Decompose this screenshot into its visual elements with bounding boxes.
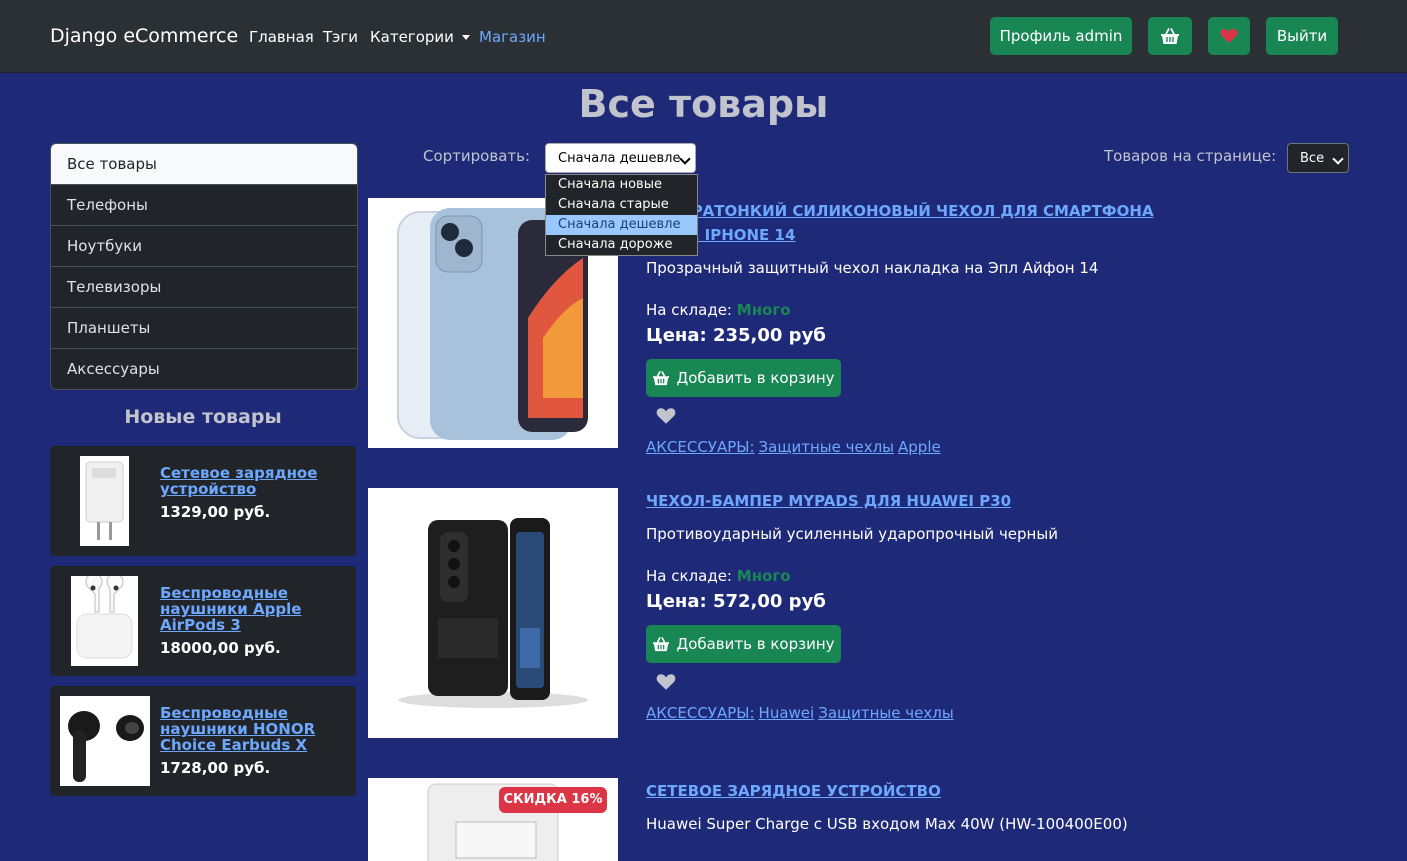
- product-title-line: Чехол-бампер MyPads для Huawei P30: [646, 492, 1012, 510]
- new-product-name[interactable]: Сетевое зарядное устройство: [160, 465, 330, 497]
- category-item-all[interactable]: Все товары: [51, 144, 357, 184]
- stock-value: Много: [736, 567, 791, 585]
- add-to-cart-label: Добавить в корзину: [676, 369, 835, 387]
- add-to-cart-button[interactable]: Добавить в корзину: [646, 359, 841, 397]
- sort-label: Сортировать:: [423, 147, 531, 165]
- product-title[interactable]: Ультратонкий силиконовый чехол для смарт…: [646, 199, 1166, 247]
- sort-select-value: Сначала дешевле: [558, 151, 681, 166]
- product-description: Прозрачный защитный чехол накладка на Эп…: [646, 259, 1099, 277]
- product-price: Цена: 235,00 руб: [646, 325, 826, 346]
- product-thumbnail[interactable]: [60, 696, 150, 786]
- cart-button[interactable]: [1148, 17, 1192, 55]
- caret-down-icon: [461, 35, 470, 40]
- new-product-card: Сетевое зарядное устройство 1329,00 руб.: [50, 446, 356, 556]
- product-price: Цена: 572,00 руб: [646, 591, 826, 612]
- new-product-name[interactable]: Беспроводные наушники Apple AirPods 3: [160, 585, 330, 633]
- product-thumbnail[interactable]: [71, 573, 138, 666]
- tag-category[interactable]: АКСЕССУАРЫ:: [646, 438, 755, 456]
- stock-label: На складе:: [646, 301, 732, 319]
- category-list: Все товары Телефоны Ноутбуки Телевизоры …: [50, 143, 358, 390]
- product-title[interactable]: Чехол-бампер MyPads для Huawei P30: [646, 489, 1166, 513]
- sort-option-oldest[interactable]: Сначала старые: [546, 195, 697, 215]
- new-product-card: Беспроводные наушники Apple AirPods 3 18…: [50, 566, 356, 676]
- sort-select[interactable]: Сначала дешевле: [545, 143, 696, 173]
- category-item-laptops[interactable]: Ноутбуки: [51, 225, 357, 266]
- stock-value: Много: [736, 301, 791, 319]
- product-title-line: Сетевое зарядное устройство: [646, 782, 941, 800]
- nav-shop[interactable]: Магазин: [479, 28, 546, 46]
- tag-link[interactable]: Apple: [898, 438, 941, 456]
- product-image[interactable]: [368, 488, 618, 738]
- product-title[interactable]: Сетевое зарядное устройство: [646, 779, 1166, 803]
- heart-icon[interactable]: [656, 673, 676, 691]
- product-stock: На складе: Много: [646, 567, 791, 585]
- product-title-line: Apple iPhone 14: [646, 226, 796, 244]
- sort-option-cheapest[interactable]: Сначала дешевле: [546, 215, 697, 235]
- product-thumbnail[interactable]: [80, 456, 129, 546]
- per-page-label: Товаров на странице:: [1104, 147, 1277, 165]
- new-product-price: 1728,00 руб.: [160, 759, 271, 777]
- basket-icon: [1161, 28, 1179, 44]
- tag-link[interactable]: Huawei: [759, 704, 815, 722]
- new-product-price: 18000,00 руб.: [160, 639, 281, 657]
- chevron-down-icon: [679, 153, 691, 165]
- discount-badge: СКИДКА 16%: [499, 787, 607, 813]
- sort-option-expensive[interactable]: Сначала дороже: [546, 235, 697, 255]
- product-stock: На складе: Много: [646, 301, 791, 319]
- logout-button[interactable]: Выйти: [1266, 17, 1338, 55]
- chevron-down-icon: [1332, 153, 1344, 165]
- tag-category[interactable]: АКСЕССУАРЫ:: [646, 704, 755, 722]
- category-item-tvs[interactable]: Телевизоры: [51, 266, 357, 307]
- tag-link[interactable]: Защитные чехлы: [818, 704, 953, 722]
- product-title-line: Ультратонкий силиконовый чехол для смарт…: [646, 202, 1154, 220]
- tag-link[interactable]: Защитные чехлы: [759, 438, 894, 456]
- per-page-select[interactable]: Все: [1287, 143, 1349, 173]
- stock-label: На складе:: [646, 567, 732, 585]
- new-product-card: Беспроводные наушники HONOR Choice Earbu…: [50, 686, 356, 796]
- heart-icon: [1220, 29, 1238, 43]
- per-page-value: Все: [1300, 151, 1325, 166]
- profile-button[interactable]: Профиль admin: [990, 17, 1132, 55]
- add-to-cart-button[interactable]: Добавить в корзину: [646, 625, 841, 663]
- product-description: Противоударный усиленный ударопрочный че…: [646, 525, 1058, 543]
- new-product-price: 1329,00 руб.: [160, 503, 271, 521]
- navbar: Django eCommerce Главная Тэги Категории …: [0, 0, 1407, 73]
- basket-icon: [653, 370, 670, 386]
- sort-option-newest[interactable]: Сначала новые: [546, 175, 697, 195]
- nav-tags[interactable]: Тэги: [323, 28, 358, 46]
- nav-categories-label: Категории: [370, 28, 454, 46]
- heart-icon[interactable]: [656, 407, 676, 425]
- brand-logo[interactable]: Django eCommerce: [50, 25, 238, 47]
- category-item-tablets[interactable]: Планшеты: [51, 307, 357, 348]
- page-title: Все товары: [578, 82, 829, 126]
- product-description: Huawei Super Charge с USB входом Max 40W…: [646, 815, 1128, 833]
- product-tags: АКСЕССУАРЫ: Huawei Защитные чехлы: [646, 704, 958, 722]
- sort-dropdown: Сначала новые Сначала старые Сначала деш…: [545, 174, 698, 256]
- category-item-accessories[interactable]: Аксессуары: [51, 348, 357, 389]
- add-to-cart-label: Добавить в корзину: [676, 635, 835, 653]
- category-item-phones[interactable]: Телефоны: [51, 184, 357, 225]
- new-product-name[interactable]: Беспроводные наушники HONOR Choice Earbu…: [160, 705, 330, 753]
- nav-home[interactable]: Главная: [249, 28, 314, 46]
- new-products-heading: Новые товары: [124, 406, 282, 428]
- basket-icon: [653, 636, 670, 652]
- nav-categories-dropdown[interactable]: Категории: [370, 28, 470, 46]
- favorites-button[interactable]: [1208, 17, 1250, 55]
- product-tags: АКСЕССУАРЫ: Защитные чехлы Apple: [646, 438, 945, 456]
